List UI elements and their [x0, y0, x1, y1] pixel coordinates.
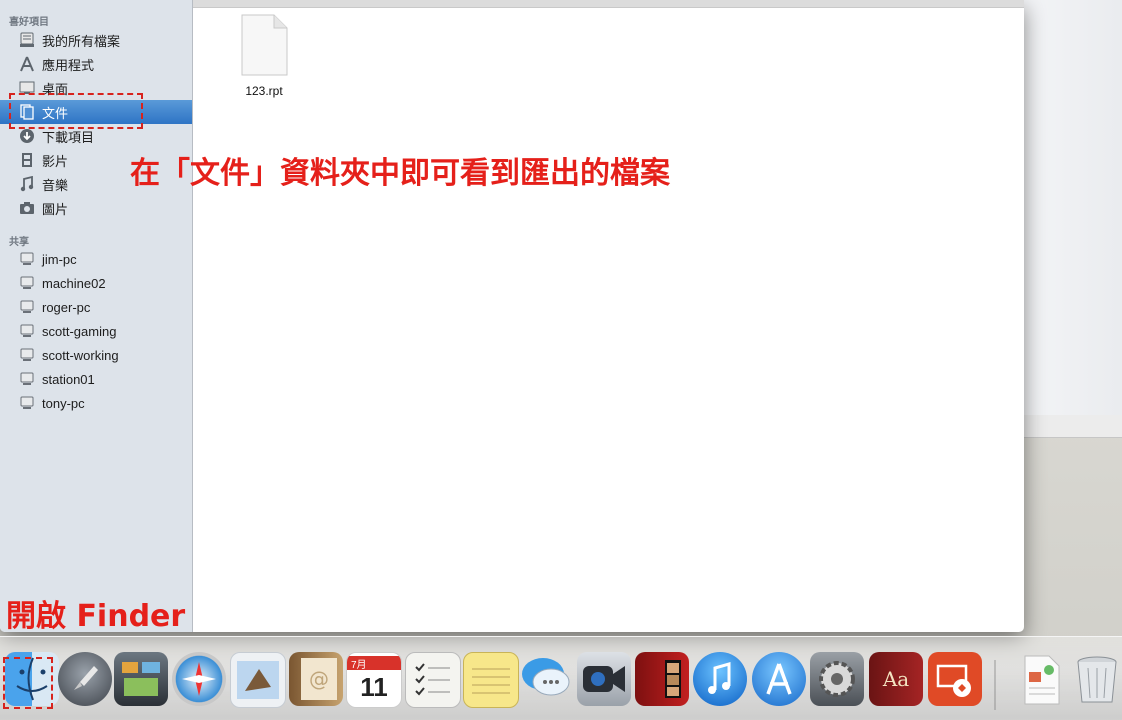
calendar-icon[interactable]: 7月 11 [346, 652, 402, 708]
sidebar-item-label: 音樂 [42, 177, 69, 193]
contacts-icon[interactable]: @ [289, 652, 343, 706]
safari-icon[interactable] [172, 652, 226, 706]
trash-icon[interactable] [1070, 652, 1122, 706]
sidebar-item-label: 影片 [42, 153, 69, 169]
all-files-icon [18, 31, 36, 49]
toolbar-edge [192, 0, 1024, 8]
sidebar-item-label: tony-pc [42, 395, 85, 411]
document-icon[interactable] [1013, 652, 1067, 706]
computer-icon [18, 298, 36, 316]
sidebar-item-label: jim-pc [42, 251, 77, 267]
calendar-month: 7月 [347, 656, 401, 671]
shared-header: 共享 [9, 237, 29, 248]
sidebar-item-label: scott-working [42, 347, 119, 363]
sidebar-item-station01[interactable]: station01 [0, 367, 192, 391]
document-file-icon [240, 14, 288, 76]
annotation-documents: 在「文件」資料夾中即可看到匯出的檔案 [130, 156, 670, 191]
music-icon [18, 175, 36, 193]
sidebar-item-jim-pc[interactable]: jim-pc [0, 247, 192, 271]
notes-icon[interactable] [463, 652, 519, 708]
sidebar-item-label: scott-gaming [42, 323, 117, 339]
computer-icon [18, 250, 36, 268]
sidebar-item-label: 我的所有檔案 [42, 33, 121, 49]
computer-icon [18, 370, 36, 388]
mission-control-icon[interactable] [114, 652, 168, 706]
sidebar-item-roger-pc[interactable]: roger-pc [0, 295, 192, 319]
sidebar-item-all-files[interactable]: 我的所有檔案 [0, 28, 192, 52]
remote-desktop-icon[interactable] [928, 652, 982, 706]
favorites-header: 喜好項目 [9, 17, 49, 28]
sidebar-item-label: station01 [42, 371, 95, 387]
applications-icon [18, 55, 36, 73]
pictures-icon [18, 199, 36, 217]
sidebar-item-pictures[interactable]: 圖片 [0, 196, 192, 220]
dictionary-icon[interactable]: Aa [869, 652, 923, 706]
finder-window: 喜好項目 我的所有檔案 應用程式 桌面 文件 下載項目 影片 音樂 圖片 共享 … [0, 0, 1024, 632]
messages-icon[interactable] [519, 652, 573, 706]
sidebar-item-scott-working[interactable]: scott-working [0, 343, 192, 367]
movies-icon [18, 151, 36, 169]
computer-icon [18, 322, 36, 340]
downloads-icon [18, 127, 36, 145]
computer-icon [18, 274, 36, 292]
launchpad-icon[interactable] [58, 652, 112, 706]
sidebar-item-label: roger-pc [42, 299, 91, 315]
highlight-documents [9, 93, 143, 129]
dictionary-label: Aa [882, 667, 910, 691]
annotation-finder: 開啟 Finder [6, 599, 186, 634]
itunes-icon[interactable] [693, 652, 747, 706]
file-item[interactable]: 123.rpt [232, 14, 296, 98]
sidebar-item-tony-pc[interactable]: tony-pc [0, 391, 192, 415]
sidebar-item-scott-gaming[interactable]: scott-gaming [0, 319, 192, 343]
reminders-icon[interactable] [405, 652, 461, 708]
file-name: 123.rpt [245, 84, 283, 98]
svg-text:@: @ [309, 667, 329, 691]
system-preferences-icon[interactable] [810, 652, 864, 706]
sidebar-item-label: 下載項目 [42, 129, 95, 145]
computer-icon [18, 394, 36, 412]
dock-separator [994, 660, 996, 710]
sidebar-item-machine02[interactable]: machine02 [0, 271, 192, 295]
highlight-finder [3, 657, 53, 709]
sidebar-item-applications[interactable]: 應用程式 [0, 52, 192, 76]
sidebar-item-label: machine02 [42, 275, 106, 291]
calendar-day: 11 [360, 672, 388, 702]
photo-booth-icon[interactable] [635, 652, 689, 706]
sidebar-item-label: 圖片 [42, 201, 69, 217]
computer-icon [18, 346, 36, 364]
mail-icon[interactable] [230, 652, 286, 708]
app-store-icon[interactable] [752, 652, 806, 706]
facetime-icon[interactable] [577, 652, 631, 706]
sidebar-item-label: 應用程式 [42, 57, 95, 73]
